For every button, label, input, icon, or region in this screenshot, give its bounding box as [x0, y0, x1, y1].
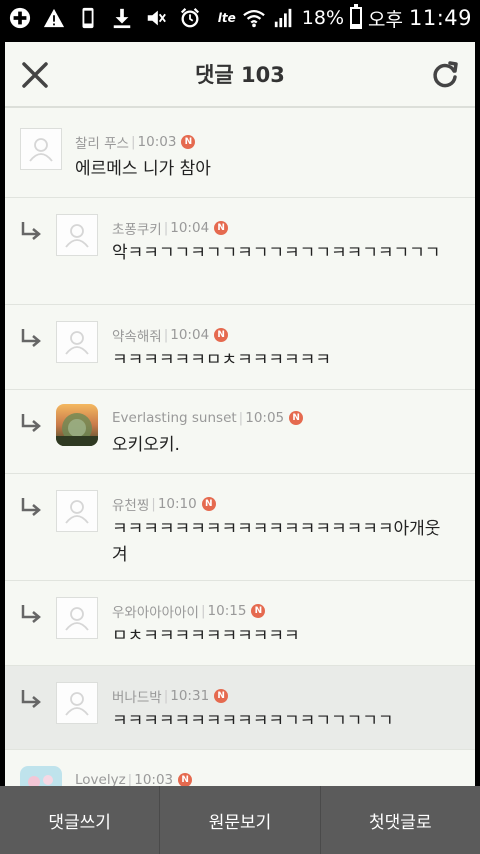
person-icon	[65, 692, 89, 716]
avatar[interactable]	[20, 128, 62, 170]
comment-item[interactable]: 우와아아아아이 | 10:15 N ㅁㅊㅋㅋㅋㅋㅋㅋㅋㅋㅋㅋ	[5, 581, 475, 666]
new-badge: N	[289, 411, 304, 425]
new-badge: N	[251, 604, 266, 618]
comment-time: 10:04	[170, 327, 210, 343]
comment-meta: Everlasting sunset | 10:05 N	[112, 410, 304, 426]
comment-time: 10:10	[157, 496, 197, 512]
comment-text: ㅋㅋㅋㅋㅋㅋㅁㅊㅋㅋㅋㅋㅋㅋ	[112, 350, 331, 370]
person-icon	[65, 224, 89, 248]
time-ampm: 오후	[368, 8, 403, 31]
bottom-action-bar: 댓글쓰기 원문보기 첫댓글로	[0, 786, 480, 854]
battery-percent: 18%	[301, 7, 344, 29]
warning-icon	[42, 6, 66, 30]
phone-screen: lte 18% 오후 11:49 댓글 103 찰리 푸스 | 10:03 N …	[0, 0, 480, 854]
comment-time: 10:15	[207, 603, 247, 619]
comment-meta: 약속해줘 | 10:04 N	[112, 325, 229, 345]
comment-item[interactable]: 초퐁쿠키 | 10:04 N 악ㅋㅋㄱㄱㅋㄱㄱㅋㄱㄱㅋㄱㄱㅋㅋㄱㅋㄱㄱㄱ	[5, 198, 475, 305]
comment-author[interactable]: Everlasting sunset	[112, 410, 237, 426]
page-title: 댓글 103	[195, 63, 285, 87]
avatar[interactable]	[56, 404, 98, 446]
comment-meta: 초퐁쿠키 | 10:04 N	[112, 218, 229, 238]
comment-meta: 찰리 푸스 | 10:03 N	[75, 132, 196, 152]
comment-text: 오키오키.	[112, 435, 180, 455]
avatar[interactable]	[56, 214, 98, 256]
status-bar: lte 18% 오후 11:49	[0, 0, 480, 36]
person-icon	[29, 138, 53, 162]
reply-arrow-icon	[19, 412, 43, 436]
comment-text: 악ㅋㅋㄱㄱㅋㄱㄱㅋㄱㄱㅋㄱㄱㅋㅋㄱㅋㄱㄱㄱ	[112, 243, 441, 263]
signal-icon	[272, 6, 296, 30]
comment-item[interactable]: 버나드박 | 10:31 N ㅋㅋㅋㅋㅋㅋㅋㅋㅋㅋㅋㄱㅋㄱㄱㄱㄱㄱ	[5, 666, 475, 750]
reply-arrow-icon	[19, 496, 43, 520]
comment-author[interactable]: 버나드박	[112, 686, 162, 706]
plus-notification-icon	[8, 6, 32, 30]
avatar[interactable]	[56, 321, 98, 363]
mute-icon	[144, 6, 168, 30]
reply-arrow-icon	[19, 327, 43, 351]
comment-item[interactable]: 유천찡 | 10:10 N ㅋㅋㅋㅋㅋㅋㅋㅋㅋㅋㅋㅋㅋㅋㅋㅋㅋㅋ아개웃겨	[5, 474, 475, 581]
comment-author[interactable]: 약속해줘	[112, 325, 162, 345]
comment-time: 10:05	[245, 410, 285, 426]
write-comment-button[interactable]: 댓글쓰기	[0, 786, 161, 854]
person-icon	[65, 331, 89, 355]
avatar[interactable]	[56, 597, 98, 639]
refresh-icon[interactable]	[429, 58, 461, 90]
first-comment-button[interactable]: 첫댓글로	[321, 786, 480, 854]
comment-time: 10:04	[170, 220, 210, 236]
header: 댓글 103	[5, 42, 475, 108]
comment-meta: 버나드박 | 10:31 N	[112, 686, 229, 706]
comment-time: 10:03	[137, 134, 177, 150]
download-icon	[110, 6, 134, 30]
close-icon[interactable]	[19, 59, 51, 91]
comment-author[interactable]: 초퐁쿠키	[112, 218, 162, 238]
comment-text: ㅁㅊㅋㅋㅋㅋㅋㅋㅋㅋㅋㅋ	[112, 626, 300, 646]
comment-author[interactable]: 유천찡	[112, 494, 149, 514]
new-badge: N	[181, 135, 196, 149]
new-badge: N	[214, 328, 229, 342]
comment-item[interactable]: Everlasting sunset | 10:05 N 오키오키.	[5, 390, 475, 474]
view-original-button[interactable]: 원문보기	[160, 786, 321, 854]
lte-indicator: lte	[217, 11, 236, 25]
reply-arrow-icon	[19, 688, 43, 712]
new-badge: N	[178, 773, 193, 787]
wifi-icon	[242, 6, 266, 30]
comment-meta: 유천찡 | 10:10 N	[112, 494, 216, 514]
avatar[interactable]	[56, 490, 98, 532]
sunset-photo	[56, 404, 98, 446]
avatar[interactable]	[56, 682, 98, 724]
comment-author[interactable]: 찰리 푸스	[75, 132, 129, 152]
comment-item[interactable]: 약속해줘 | 10:04 N ㅋㅋㅋㅋㅋㅋㅁㅊㅋㅋㅋㅋㅋㅋ	[5, 305, 475, 390]
comment-text: 에르메스 니가 참아	[75, 159, 211, 179]
status-time: 11:49	[408, 6, 472, 30]
new-badge: N	[214, 221, 229, 235]
comments-panel: 댓글 103 찰리 푸스 | 10:03 N 에르메스 니가 참아 초퐁쿠키 |…	[5, 42, 475, 854]
new-badge: N	[214, 689, 229, 703]
comment-text: ㅋㅋㅋㅋㅋㅋㅋㅋㅋㅋㅋㅋㅋㅋㅋㅋㅋㅋ아개웃겨	[112, 519, 441, 565]
comment-text: ㅋㅋㅋㅋㅋㅋㅋㅋㅋㅋㅋㄱㅋㄱㄱㄱㄱㄱ	[112, 711, 394, 731]
comment-author[interactable]: 우와아아아아이	[112, 601, 199, 621]
person-icon	[65, 607, 89, 631]
reply-arrow-icon	[19, 220, 43, 244]
new-badge: N	[201, 497, 216, 511]
reply-arrow-icon	[19, 603, 43, 627]
comment-list: 찰리 푸스 | 10:03 N 에르메스 니가 참아 초퐁쿠키 | 10:04 N 악ㅋㅋㄱ…	[5, 110, 475, 830]
battery-icon	[350, 4, 362, 29]
comment-meta: 우와아아아아이 | 10:15 N	[112, 601, 266, 621]
comment-item[interactable]: 찰리 푸스 | 10:03 N 에르메스 니가 참아	[5, 110, 475, 198]
phone-icon	[76, 6, 100, 30]
alarm-icon	[178, 6, 202, 30]
person-icon	[65, 500, 89, 524]
comment-time: 10:31	[170, 688, 210, 704]
